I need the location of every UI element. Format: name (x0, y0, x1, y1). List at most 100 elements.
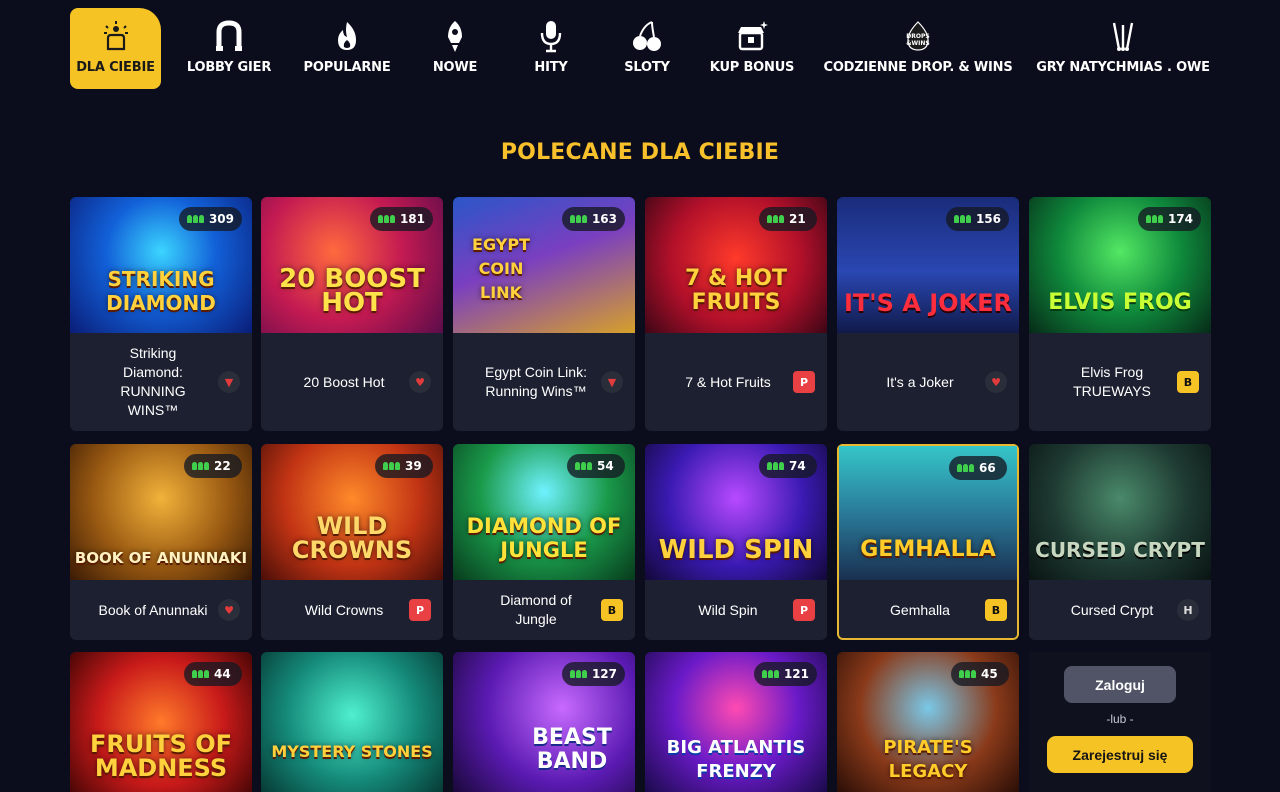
game-card-elvis-frog[interactable]: ELVIS FROG 174 Elvis Frog TRUEWAYS B (1029, 197, 1211, 431)
game-thumbnail[interactable]: MYSTERY STONES (261, 652, 443, 792)
game-info: Elvis Frog TRUEWAYS B (1029, 333, 1211, 431)
game-card-big-atlantis-frenzy[interactable]: BIG ATLANTIS FRENZY 121 (645, 652, 827, 792)
players-icon (761, 670, 779, 678)
microphone-icon (538, 18, 564, 54)
cherries-icon (630, 18, 664, 54)
nav-item-dla-ciebie[interactable]: DLA CIEBIE (70, 8, 161, 89)
section-title: POLECANE DLA CIEBIE (500, 140, 780, 165)
game-art-title: DIAMOND OF JUNGLE (466, 514, 622, 562)
players-count: 66 (979, 461, 996, 475)
game-thumbnail[interactable]: 20 BOOST HOT 181 (261, 197, 443, 333)
game-card-pirates-legacy[interactable]: PIRATE'S LEGACY 45 (837, 652, 1019, 792)
game-name: Wild Spin (698, 601, 758, 618)
nav-item-lobby-gier[interactable]: LOBBY GIER (186, 8, 272, 89)
horseshoe-icon (214, 18, 244, 54)
register-button[interactable]: Zarejestruj się (1047, 736, 1193, 773)
nav-item-kup-bonus[interactable]: KUP BONUS (710, 8, 794, 89)
game-thumbnail[interactable]: DIAMOND OF JUNGLE 54 (453, 444, 635, 580)
game-card-its-a-joker[interactable]: IT'S A JOKER 156 It's a Joker ♥ (837, 197, 1019, 431)
game-art-title: STRIKING DIAMOND (106, 267, 216, 315)
game-art-title: BEAST BAND (532, 725, 612, 774)
game-info: It's a Joker ♥ (837, 333, 1019, 431)
game-card-cursed-crypt[interactable]: CURSED CRYPT Cursed Crypt H (1029, 444, 1211, 640)
game-thumbnail[interactable]: BIG ATLANTIS FRENZY 121 (645, 652, 827, 792)
game-card-7-hot-fruits[interactable]: 7 & HOT FRUITS 21 7 & Hot Fruits P (645, 197, 827, 431)
game-art-title: MYSTERY STONES (271, 742, 433, 761)
game-card-gemhalla[interactable]: GEMHALLA 66 Gemhalla B (837, 444, 1019, 640)
nav-item-nowe[interactable]: NOWE (426, 8, 484, 89)
game-name: 7 & Hot Fruits (685, 373, 771, 390)
players-count: 174 (1167, 212, 1193, 226)
game-card-mystery-stones[interactable]: MYSTERY STONES (261, 652, 443, 792)
game-info: Book of Anunnaki ♥ (70, 580, 252, 640)
players-badge: 39 (375, 454, 433, 478)
game-name: Wild Crowns (304, 601, 384, 618)
game-info: 20 Boost Hot ♥ (261, 333, 443, 431)
provider-icon: ♥ (218, 599, 240, 621)
players-badge: 121 (753, 662, 817, 686)
game-info: Wild Crowns P (261, 580, 443, 640)
game-thumbnail[interactable]: PIRATE'S LEGACY 45 (837, 652, 1019, 792)
players-badge: 45 (951, 662, 1009, 686)
category-nav: DLA CIEBIE LOBBY GIER POPULARNE NOWE HIT… (70, 8, 1210, 89)
nav-item-hity[interactable]: HITY (524, 8, 578, 89)
game-card-egypt-coin-link[interactable]: EGYPT COIN LINK 163 Egypt Coin Link: Run… (453, 197, 635, 431)
game-info: Gemhalla B (837, 580, 1019, 640)
game-info: Wild Spin P (645, 580, 827, 640)
game-card-wild-spin[interactable]: WILD SPIN 74 Wild Spin P (645, 444, 827, 640)
nav-item-codzienne-drops-wins[interactable]: DROPS &WINS CODZIENNE DROP. & WINS (823, 8, 1013, 89)
players-badge: 54 (567, 454, 625, 478)
game-art-title: ELVIS FROG (1048, 290, 1192, 315)
game-card-wild-crowns[interactable]: WILD CROWNS 39 Wild Crowns P (261, 444, 443, 640)
game-art-title: GEMHALLA (860, 537, 996, 562)
game-card-striking-diamond[interactable]: STRIKING DIAMOND 309 Striking Diamond: R… (70, 197, 252, 431)
game-thumbnail[interactable]: CURSED CRYPT (1029, 444, 1211, 580)
game-card-book-of-anunnaki[interactable]: BOOK OF ANUNNAKI 22 Book of Anunnaki ♥ (70, 444, 252, 640)
nav-item-gry-natychmiastowe[interactable]: GRY NATYCHMIAS . OWE (1036, 8, 1210, 89)
game-thumbnail[interactable]: GEMHALLA 66 (837, 444, 1019, 580)
game-thumbnail[interactable]: ELVIS FROG 174 (1029, 197, 1211, 333)
game-art-title: WILD CROWNS (291, 512, 413, 564)
game-thumbnail[interactable]: 7 & HOT FRUITS 21 (645, 197, 827, 333)
game-art-title: 7 & HOT FRUITS (685, 266, 787, 315)
nav-label: LOBBY GIER (186, 60, 272, 75)
game-card-diamond-of-jungle[interactable]: DIAMOND OF JUNGLE 54 Diamond of Jungle B (453, 444, 635, 640)
rocket-icon (442, 18, 468, 54)
game-name: Striking Diamond: RUNNING WINS™ (120, 345, 186, 418)
game-thumbnail[interactable]: IT'S A JOKER 156 (837, 197, 1019, 333)
players-count: 127 (591, 667, 617, 681)
game-art-title: 20 BOOST HOT (279, 264, 425, 318)
players-count: 39 (405, 459, 422, 473)
players-badge: 74 (759, 454, 817, 478)
game-thumbnail[interactable]: BOOK OF ANUNNAKI 22 (70, 444, 252, 580)
players-icon (575, 462, 592, 470)
or-divider: -lub - (1106, 712, 1134, 726)
nav-item-sloty[interactable]: SLOTY (618, 8, 676, 89)
players-count: 74 (789, 459, 806, 473)
players-badge: 127 (561, 662, 625, 686)
svg-text:&WINS: &WINS (906, 40, 929, 47)
game-thumbnail[interactable]: WILD CROWNS 39 (261, 444, 443, 580)
game-card-fruits-of-madness[interactable]: FRUITS OF MADNESS 44 (70, 652, 252, 792)
players-count: 309 (208, 212, 234, 226)
nav-label: DLA CIEBIE (76, 60, 155, 75)
game-thumbnail[interactable]: WILD SPIN 74 (645, 444, 827, 580)
game-name: Book of Anunnaki (98, 601, 208, 618)
players-badge: 66 (949, 456, 1007, 480)
players-badge: 309 (178, 207, 242, 231)
game-info: Striking Diamond: RUNNING WINS™ ▼ (70, 333, 252, 431)
game-art-title: EGYPT COIN LINK (472, 235, 530, 302)
game-card-20-boost-hot[interactable]: 20 BOOST HOT 181 20 Boost Hot ♥ (261, 197, 443, 431)
game-card-beast-band[interactable]: BEAST BAND 127 (453, 652, 635, 792)
bonus-chest-icon (735, 18, 769, 54)
nav-item-popularne[interactable]: POPULARNE (304, 8, 391, 89)
login-button[interactable]: Zaloguj (1064, 666, 1176, 703)
game-thumbnail[interactable]: BEAST BAND 127 (453, 652, 635, 792)
fire-icon (332, 18, 362, 54)
players-count: 45 (981, 667, 998, 681)
game-name: Gemhalla (890, 601, 950, 618)
players-icon (569, 670, 587, 678)
game-thumbnail[interactable]: EGYPT COIN LINK 163 (453, 197, 635, 333)
game-thumbnail[interactable]: FRUITS OF MADNESS 44 (70, 652, 252, 792)
game-thumbnail[interactable]: STRIKING DIAMOND 309 (70, 197, 252, 333)
